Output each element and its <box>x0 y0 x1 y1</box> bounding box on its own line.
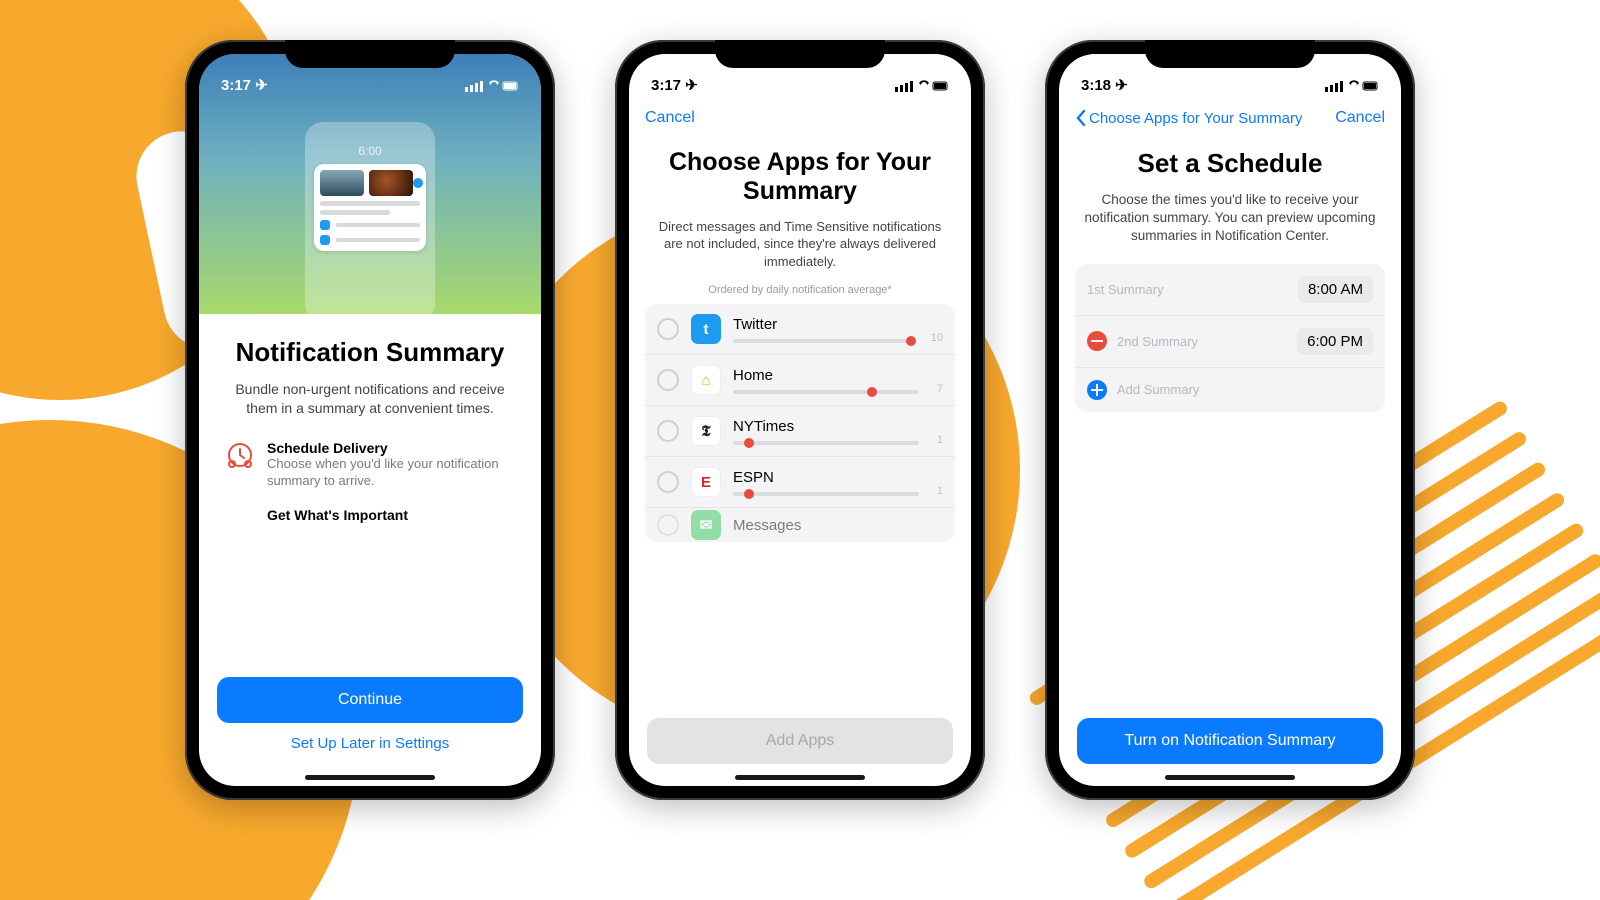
turn-on-button[interactable]: Turn on Notification Summary <box>1077 718 1383 764</box>
app-icon: t <box>691 314 721 344</box>
app-row[interactable]: ⌂ Home 7 <box>645 355 955 406</box>
app-icon: ⌂ <box>691 365 721 395</box>
home-indicator[interactable] <box>305 775 435 780</box>
add-icon[interactable] <box>1087 380 1107 400</box>
feature-desc: Choose when you'd like your notification… <box>267 456 515 490</box>
page-desc: Bundle non-urgent notifications and rece… <box>221 380 519 418</box>
status-time: 3:17 ✈︎ <box>221 76 268 94</box>
add-summary-label: Add Summary <box>1117 382 1373 397</box>
phone-frame-3: 3:18 ✈︎ Choose Apps for Your Summary Can… <box>1045 40 1415 800</box>
frequency-slider[interactable] <box>733 492 919 496</box>
notch <box>1145 40 1315 68</box>
screen-2: 3:17 ✈︎ Cancel Choose Apps for Your Summ… <box>629 54 971 786</box>
app-count: 10 <box>925 332 943 344</box>
feature-title: Schedule Delivery <box>267 440 515 456</box>
phone-frame-1: 3:17 ✈︎ 6:00 <box>185 40 555 800</box>
notch <box>715 40 885 68</box>
feature-title: Get What's Important <box>267 507 408 523</box>
phone-row: 3:17 ✈︎ 6:00 <box>0 40 1600 800</box>
home-indicator[interactable] <box>735 775 865 780</box>
frequency-slider[interactable] <box>733 339 913 343</box>
page-title: Set a Schedule <box>1075 148 1385 179</box>
continue-button[interactable]: Continue <box>217 677 523 723</box>
hero-clock-text: 6:00 <box>358 144 381 158</box>
screen-1: 3:17 ✈︎ 6:00 <box>199 54 541 786</box>
radio-toggle[interactable] <box>657 318 679 340</box>
schedule-row[interactable]: 1st Summary 8:00 AM <box>1075 264 1385 316</box>
schedule-list: 1st Summary 8:00 AM 2nd Summary 6:00 PM … <box>1075 264 1385 412</box>
app-name: NYTimes <box>733 418 919 435</box>
list-note: Ordered by daily notification average* <box>645 284 955 296</box>
app-count: 1 <box>931 434 943 446</box>
phone-frame-2: 3:17 ✈︎ Cancel Choose Apps for Your Summ… <box>615 40 985 800</box>
app-row[interactable]: t Twitter 10 <box>645 304 955 355</box>
schedule-time[interactable]: 8:00 AM <box>1298 276 1373 303</box>
notch <box>285 40 455 68</box>
app-name: Twitter <box>733 316 913 333</box>
back-label: Choose Apps for Your Summary <box>1089 110 1302 127</box>
clock-icon <box>225 440 255 470</box>
page-title: Choose Apps for Your Summary <box>655 148 945 206</box>
app-row[interactable]: E ESPN 1 <box>645 457 955 508</box>
schedule-label: 2nd Summary <box>1117 334 1287 349</box>
radio-toggle[interactable] <box>657 420 679 442</box>
app-icon: E <box>691 467 721 497</box>
status-icons <box>465 77 519 94</box>
cancel-button[interactable]: Cancel <box>1335 109 1385 127</box>
schedule-row[interactable]: 2nd Summary 6:00 PM <box>1075 316 1385 368</box>
back-button[interactable]: Choose Apps for Your Summary <box>1075 109 1302 127</box>
radio-toggle[interactable] <box>657 369 679 391</box>
app-name: Home <box>733 367 919 384</box>
schedule-time[interactable]: 6:00 PM <box>1297 328 1373 355</box>
app-row[interactable]: ✉︎ Messages <box>645 508 955 542</box>
app-icon: 𝕿 <box>691 416 721 446</box>
radio-toggle[interactable] <box>657 514 679 536</box>
status-time: 3:18 ✈︎ <box>1081 76 1128 94</box>
setup-later-link[interactable]: Set Up Later in Settings <box>217 723 523 764</box>
radio-toggle[interactable] <box>657 471 679 493</box>
status-icons <box>895 77 949 94</box>
add-apps-button[interactable]: Add Apps <box>647 718 953 764</box>
app-row[interactable]: 𝕿 NYTimes 1 <box>645 406 955 457</box>
app-name: Messages <box>733 517 943 534</box>
cancel-button[interactable]: Cancel <box>645 109 695 127</box>
app-count: 7 <box>931 383 943 395</box>
remove-icon[interactable] <box>1087 331 1107 351</box>
marketing-stage: 3:17 ✈︎ 6:00 <box>0 0 1600 900</box>
page-desc: Choose the times you'd like to receive y… <box>1075 191 1385 246</box>
star-icon <box>225 507 255 537</box>
screen-3: 3:18 ✈︎ Choose Apps for Your Summary Can… <box>1059 54 1401 786</box>
frequency-slider[interactable] <box>733 390 919 394</box>
frequency-slider[interactable] <box>733 441 919 445</box>
page-title: Notification Summary <box>221 338 519 368</box>
app-list: t Twitter 10 ⌂ Home 7 𝕿 NYTimes 1 E ESPN 1 ✉︎ Message… <box>645 304 955 542</box>
home-indicator[interactable] <box>1165 775 1295 780</box>
status-time: 3:17 ✈︎ <box>651 76 698 94</box>
status-icons <box>1325 77 1379 94</box>
app-icon: ✉︎ <box>691 510 721 540</box>
add-summary-row[interactable]: Add Summary <box>1075 368 1385 412</box>
page-desc: Direct messages and Time Sensitive notif… <box>645 218 955 271</box>
chevron-left-icon <box>1075 109 1087 127</box>
schedule-label: 1st Summary <box>1087 282 1288 297</box>
app-count: 1 <box>931 485 943 497</box>
app-name: ESPN <box>733 469 919 486</box>
